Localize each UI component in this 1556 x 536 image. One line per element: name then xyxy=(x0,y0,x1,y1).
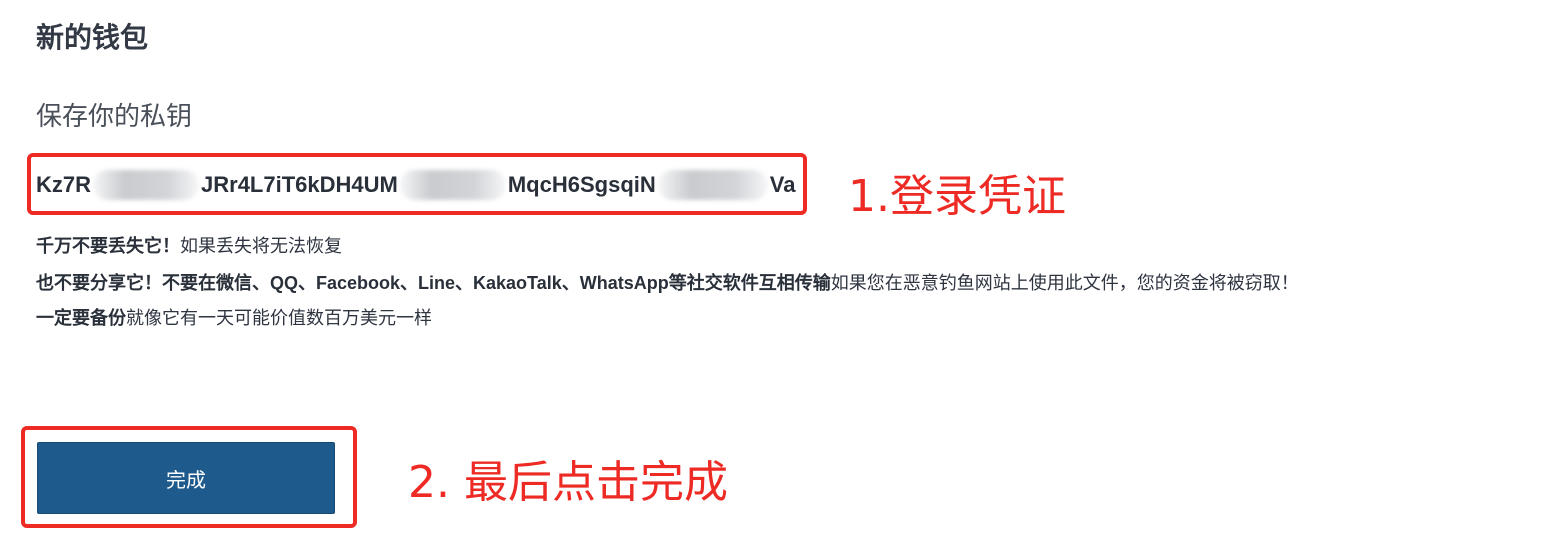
annotation-step-2: 2. 最后点击完成 xyxy=(408,457,728,508)
private-key-segment: JRr4L7iT6kDH4UM xyxy=(201,172,398,197)
warning-bold: 千万不要丢失它！ xyxy=(36,236,180,257)
warning-line: 也不要分享它！不要在微信、QQ、Facebook、Line、KakaoTalk、… xyxy=(36,270,1299,306)
warning-line: 一定要备份就像它有一天可能价值数百万美元一样 xyxy=(36,306,1299,342)
warning-bold: 一定要备份 xyxy=(36,308,126,329)
page-title: 新的钱包 xyxy=(36,21,149,54)
redacted-blur xyxy=(93,170,200,200)
annotation-step-1: 1.登录凭证 xyxy=(848,171,1066,222)
warning-text: 如果您在恶意钓鱼网站上使用此文件，您的资金将被窃取！ xyxy=(830,273,1299,294)
private-key-segment: Kz7R xyxy=(36,172,92,197)
redacted-blur xyxy=(657,170,768,200)
warning-text: 就像它有一天可能价值数百万美元一样 xyxy=(126,308,432,329)
private-key-segment: Va xyxy=(769,172,796,197)
section-subtitle: 保存你的私钥 xyxy=(36,102,193,132)
private-key-segment: MqcH6SgsqiN xyxy=(507,172,656,197)
new-wallet-page: 新的钱包 保存你的私钥 Kz7R JRr4L7iT6kDH4UM MqcH6Sg… xyxy=(0,0,1556,536)
warning-line: 千万不要丢失它！如果丢失将无法恢复 xyxy=(36,234,1299,270)
redacted-blur xyxy=(399,170,506,200)
warning-text: 如果丢失将无法恢复 xyxy=(180,236,342,257)
done-button[interactable]: 完成 xyxy=(37,442,335,514)
private-key-display[interactable]: Kz7R JRr4L7iT6kDH4UM MqcH6SgsqiN Va xyxy=(36,170,795,200)
warning-list: 千万不要丢失它！如果丢失将无法恢复 也不要分享它！不要在微信、QQ、Facebo… xyxy=(36,234,1299,342)
warning-bold: 也不要分享它！不要在微信、QQ、Facebook、Line、KakaoTalk、… xyxy=(36,273,831,293)
